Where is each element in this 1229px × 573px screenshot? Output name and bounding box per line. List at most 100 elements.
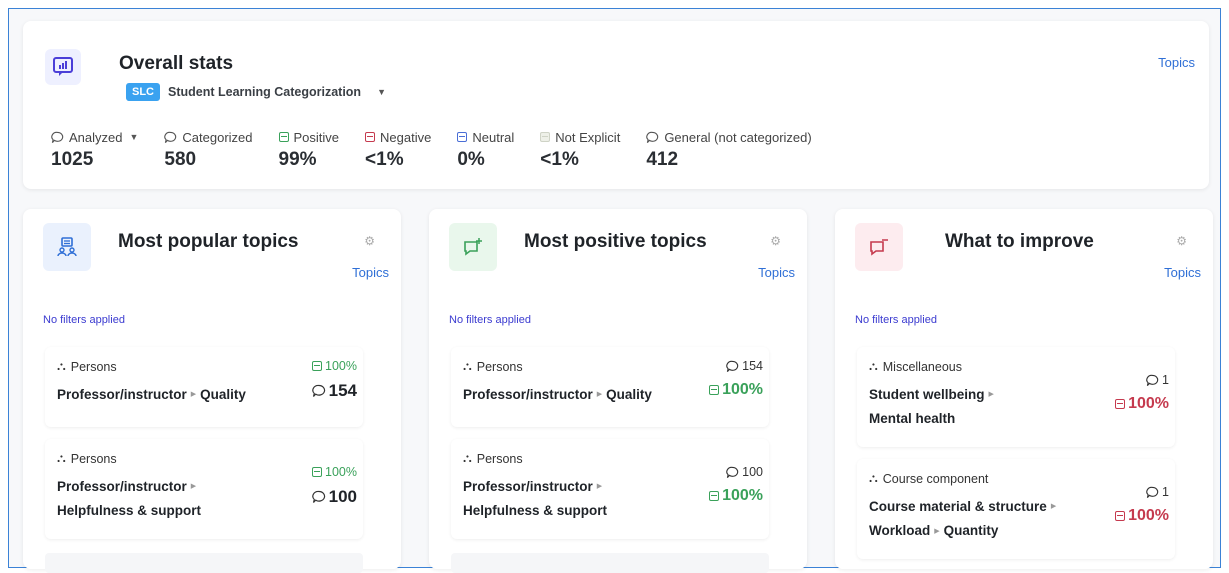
stat-value: <1% xyxy=(365,149,404,170)
topic-item[interactable]: ⛬ Persons Professor/instructor ▶ Helpfulnes… xyxy=(45,439,363,539)
caret-down-icon: ▼ xyxy=(129,132,139,142)
slc-badge: SLC xyxy=(126,83,160,101)
panel-title: What to improve xyxy=(945,231,1094,252)
overall-stats-card: Overall stats SLC Student Learning Categ… xyxy=(23,21,1209,189)
negative-icon xyxy=(365,132,376,142)
stat-label: Analyzed xyxy=(69,129,123,145)
not-explicit-icon xyxy=(540,132,551,142)
filter-status: No filters applied xyxy=(855,314,937,326)
comment-minus-icon xyxy=(855,223,903,271)
overall-stats-title: Overall stats xyxy=(119,53,234,74)
item-topic: Professor/instructor ▶ Helpfulness & suppo… xyxy=(57,479,202,519)
stat-analyzed[interactable]: Analyzed ▼ 1025 xyxy=(51,129,138,171)
comment-count: 154 xyxy=(311,381,357,401)
panel-most-positive-topics: Most positive topics ⚙ Topics No filters… xyxy=(429,209,807,573)
caret-down-icon: ▼ xyxy=(377,87,386,97)
hierarchy-icon: ⛬ xyxy=(463,451,472,465)
stat-value: <1% xyxy=(540,149,579,170)
topic-item[interactable]: ⛬ Persons Professor/instructor ▶ Quality 10… xyxy=(45,347,363,427)
gear-icon[interactable]: ⚙ xyxy=(1176,234,1187,248)
categorization-selector[interactable]: SLC Student Learning Categorization ▼ xyxy=(126,83,386,101)
chevron-right-icon: ▶ xyxy=(190,391,197,399)
positive-icon xyxy=(709,385,720,395)
item-category: Persons xyxy=(70,359,117,374)
comment-icon xyxy=(311,490,325,503)
positive-pct: 100% xyxy=(709,381,763,399)
positive-pct: 100% xyxy=(312,359,357,373)
next-item-edge xyxy=(451,553,769,573)
stat-categorized: Categorized 580 xyxy=(164,129,252,171)
topic-item[interactable]: ⛬ Persons Professor/instructor ▶ Helpfulnes… xyxy=(451,439,769,539)
comment-count: 154 xyxy=(709,359,763,373)
comment-icon xyxy=(646,131,659,143)
positive-pct: 100% xyxy=(312,465,357,479)
comment-icon xyxy=(1146,374,1159,386)
panel-topics-link[interactable]: Topics xyxy=(758,265,795,280)
stat-label: Categorized xyxy=(182,129,253,145)
positive-icon xyxy=(709,491,720,501)
stat-negative: Negative <1% xyxy=(365,129,431,171)
panel-title: Most popular topics xyxy=(118,231,299,252)
comment-icon xyxy=(726,466,739,478)
item-topic: Professor/instructor ▶ Quality xyxy=(57,387,246,402)
negative-icon xyxy=(1115,399,1126,409)
filter-status: No filters applied xyxy=(43,314,125,326)
categorization-name: Student Learning Categorization xyxy=(168,85,362,99)
item-category: Persons xyxy=(476,359,523,374)
item-category: Miscellaneous xyxy=(882,359,962,374)
stat-label: Positive xyxy=(293,129,340,145)
chevron-right-icon: ▶ xyxy=(934,527,940,535)
comment-count: 1 xyxy=(1115,373,1169,387)
hierarchy-icon: ⛬ xyxy=(463,359,472,373)
item-topic: Professor/instructor ▶ Quality xyxy=(463,387,652,402)
negative-pct: 100% xyxy=(1115,507,1169,525)
stat-value: 0% xyxy=(457,149,485,170)
stat-value: 1025 xyxy=(51,149,94,170)
item-category: Course component xyxy=(882,471,989,486)
gear-icon[interactable]: ⚙ xyxy=(770,234,781,248)
stat-value: 580 xyxy=(164,149,197,170)
stat-not-explicit: Not Explicit <1% xyxy=(540,129,620,171)
hierarchy-icon: ⛬ xyxy=(57,359,66,373)
stat-general: General (not categorized) 412 xyxy=(646,129,811,171)
panel-topics-link[interactable]: Topics xyxy=(352,265,389,280)
comment-icon xyxy=(726,360,739,372)
topic-item[interactable]: ⛬ Miscellaneous Student wellbeing ▶ Mental … xyxy=(857,347,1175,447)
positive-icon xyxy=(312,467,323,477)
negative-pct: 100% xyxy=(1115,395,1169,413)
chevron-right-icon: ▶ xyxy=(1050,503,1057,511)
item-topic: Student wellbeing ▶ Mental health xyxy=(869,387,994,427)
next-item-edge xyxy=(45,553,363,573)
item-category: Persons xyxy=(476,451,523,466)
panel-what-to-improve: What to improve ⚙ Topics No filters appl… xyxy=(835,209,1213,569)
hierarchy-icon: ⛬ xyxy=(57,451,66,465)
comment-icon xyxy=(1146,486,1159,498)
comment-count: 1 xyxy=(1115,485,1169,499)
dashboard-frame: Overall stats SLC Student Learning Categ… xyxy=(8,8,1221,573)
filter-status: No filters applied xyxy=(449,314,531,326)
stat-label: Negative xyxy=(380,129,432,145)
negative-icon xyxy=(1115,511,1126,521)
item-category: Persons xyxy=(70,451,117,466)
comment-icon xyxy=(51,131,64,143)
stat-value: 412 xyxy=(646,149,679,170)
comment-icon xyxy=(164,131,177,143)
hierarchy-icon: ⛬ xyxy=(869,359,878,373)
positive-pct: 100% xyxy=(709,487,763,505)
neutral-icon xyxy=(457,132,468,142)
panel-title: Most positive topics xyxy=(524,231,707,252)
stat-positive: Positive 99% xyxy=(278,129,340,171)
topic-item[interactable]: ⛬ Persons Professor/instructor ▶ Quality 15… xyxy=(451,347,769,427)
comment-icon xyxy=(311,384,325,397)
chevron-right-icon: ▶ xyxy=(596,391,603,399)
gear-icon[interactable]: ⚙ xyxy=(364,234,375,248)
panel-topics-link[interactable]: Topics xyxy=(1164,265,1201,280)
overall-topics-link[interactable]: Topics xyxy=(1158,55,1195,70)
comment-count: 100 xyxy=(311,487,357,507)
item-topic: Course material & structure ▶ Workload ▶ Qua… xyxy=(869,499,1057,539)
stat-value: 99% xyxy=(278,149,317,170)
hierarchy-icon: ⛬ xyxy=(869,471,878,485)
stat-neutral: Neutral 0% xyxy=(457,129,514,171)
stat-label: General (not categorized) xyxy=(664,129,812,145)
topic-item[interactable]: ⛬ Course component Course material & stru… xyxy=(857,459,1175,559)
